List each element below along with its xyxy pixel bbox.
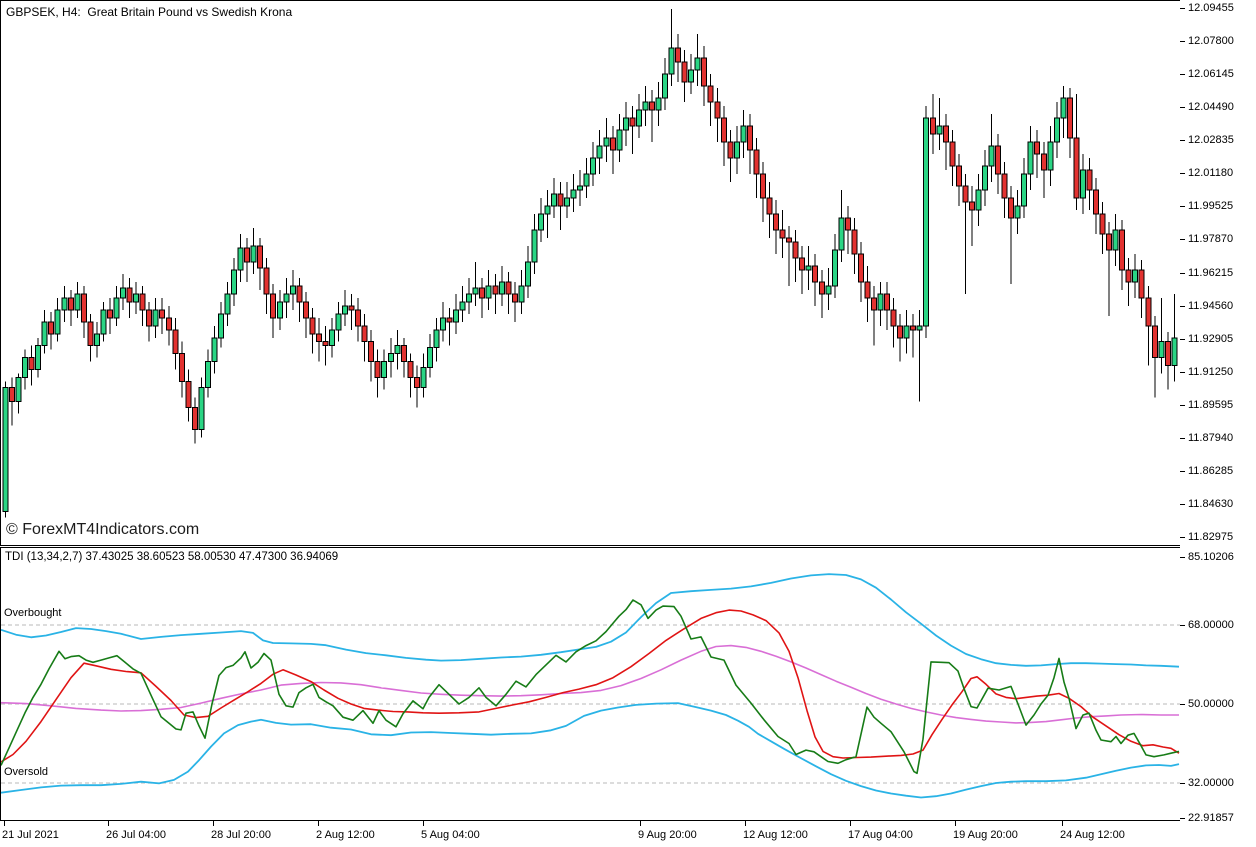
time-axis-tick bbox=[423, 821, 424, 826]
time-axis[interactable]: 21 Jul 2021 26 Jul 04:00 28 Jul 20:00 2 Aug… bbox=[0, 821, 1256, 847]
price-axis-tick bbox=[1180, 306, 1185, 307]
price-axis-tick bbox=[1180, 372, 1185, 373]
price-axis-tick bbox=[1180, 438, 1185, 439]
price-axis-label: 12.06145 bbox=[1188, 68, 1234, 80]
time-axis-label: 26 Jul 04:00 bbox=[106, 829, 166, 841]
price-axis-label: 11.99525 bbox=[1188, 200, 1233, 212]
price-axis-label: 11.89595 bbox=[1188, 399, 1233, 411]
price-axis-tick bbox=[1180, 471, 1185, 472]
price-axis-tick bbox=[1180, 273, 1185, 274]
price-axis-label: 12.09455 bbox=[1188, 2, 1234, 14]
time-axis-tick bbox=[850, 821, 851, 826]
time-axis-label: 19 Aug 20:00 bbox=[953, 829, 1018, 841]
price-axis-tick bbox=[1180, 405, 1185, 406]
price-axis-label: 11.94560 bbox=[1188, 300, 1233, 312]
price-axis-label: 11.82975 bbox=[1188, 531, 1233, 543]
indicator-axis-tick bbox=[1180, 625, 1185, 626]
time-axis-tick bbox=[955, 821, 956, 826]
oversold-label: Oversold bbox=[4, 766, 48, 778]
time-axis-label: 5 Aug 04:00 bbox=[421, 829, 480, 841]
price-chart-pane[interactable]: GBPSEK, H4: Great Britain Pound vs Swedi… bbox=[0, 0, 1181, 546]
time-axis-tick bbox=[108, 821, 109, 826]
indicator-axis-tick bbox=[1180, 557, 1185, 558]
overbought-label: Overbought bbox=[4, 607, 61, 619]
price-axis-label: 11.91250 bbox=[1188, 366, 1233, 378]
time-axis-tick bbox=[213, 821, 214, 826]
time-axis-tick bbox=[745, 821, 746, 826]
time-axis-label: 24 Aug 12:00 bbox=[1060, 829, 1125, 841]
time-axis-tick bbox=[1062, 821, 1063, 826]
time-axis-label: 12 Aug 12:00 bbox=[743, 829, 808, 841]
indicator-axis[interactable]: 85.1020668.0000050.0000032.0000022.91857 bbox=[1180, 547, 1256, 827]
tdi-indicator-chart[interactable] bbox=[1, 548, 1180, 820]
price-axis-tick bbox=[1180, 74, 1185, 75]
price-axis-tick bbox=[1180, 41, 1185, 42]
price-axis-label: 12.04490 bbox=[1188, 101, 1234, 113]
price-axis-label: 11.92905 bbox=[1188, 333, 1233, 345]
price-axis-tick bbox=[1180, 339, 1185, 340]
watermark-label: © ForexMT4Indicators.com bbox=[6, 521, 199, 539]
tdi-indicator-pane[interactable]: TDI (13,34,2,7) 37.43025 38.60523 58.005… bbox=[0, 547, 1181, 821]
indicator-axis-label: 68.00000 bbox=[1188, 619, 1234, 631]
mt-chart-window: GBPSEK, H4: Great Britain Pound vs Swedi… bbox=[0, 0, 1256, 847]
price-axis-tick bbox=[1180, 537, 1185, 538]
price-axis-label: 12.07800 bbox=[1188, 35, 1234, 47]
price-axis[interactable]: 12.09455 12.07800 12.06145 12.04490 12.02835… bbox=[1180, 0, 1256, 547]
indicator-title: TDI (13,34,2,7) 37.43025 38.60523 58.005… bbox=[5, 551, 338, 563]
price-axis-tick bbox=[1180, 173, 1185, 174]
price-axis-label: 11.86285 bbox=[1188, 465, 1233, 477]
indicator-axis-tick bbox=[1180, 704, 1185, 705]
indicator-axis-tick bbox=[1180, 818, 1185, 819]
time-axis-label: 21 Jul 2021 bbox=[2, 829, 59, 841]
time-axis-label: 2 Aug 12:00 bbox=[316, 829, 375, 841]
time-axis-label: 17 Aug 04:00 bbox=[848, 829, 913, 841]
indicator-axis-label: 50.00000 bbox=[1188, 698, 1234, 710]
price-axis-label: 11.84630 bbox=[1188, 498, 1233, 510]
time-axis-label: 28 Jul 20:00 bbox=[211, 829, 271, 841]
price-axis-tick bbox=[1180, 140, 1185, 141]
candlestick-chart[interactable] bbox=[1, 1, 1180, 545]
time-axis-tick bbox=[318, 821, 319, 826]
time-axis-tick bbox=[4, 821, 5, 826]
price-axis-tick bbox=[1180, 206, 1185, 207]
indicator-axis-label: 85.10206 bbox=[1188, 551, 1234, 563]
price-axis-tick bbox=[1180, 8, 1185, 9]
price-axis-label: 12.01180 bbox=[1188, 167, 1233, 179]
indicator-axis-label: 32.00000 bbox=[1188, 777, 1234, 789]
price-axis-tick bbox=[1180, 504, 1185, 505]
chart-symbol-title: GBPSEK, H4: Great Britain Pound vs Swedi… bbox=[6, 5, 292, 19]
indicator-axis-tick bbox=[1180, 783, 1185, 784]
price-axis-label: 11.87940 bbox=[1188, 432, 1233, 444]
price-axis-tick bbox=[1180, 239, 1185, 240]
price-axis-label: 11.97870 bbox=[1188, 233, 1233, 245]
time-axis-tick bbox=[640, 821, 641, 826]
time-axis-label: 9 Aug 20:00 bbox=[638, 829, 697, 841]
price-axis-label: 12.02835 bbox=[1188, 134, 1234, 146]
price-axis-tick bbox=[1180, 107, 1185, 108]
price-axis-label: 11.96215 bbox=[1188, 267, 1233, 279]
